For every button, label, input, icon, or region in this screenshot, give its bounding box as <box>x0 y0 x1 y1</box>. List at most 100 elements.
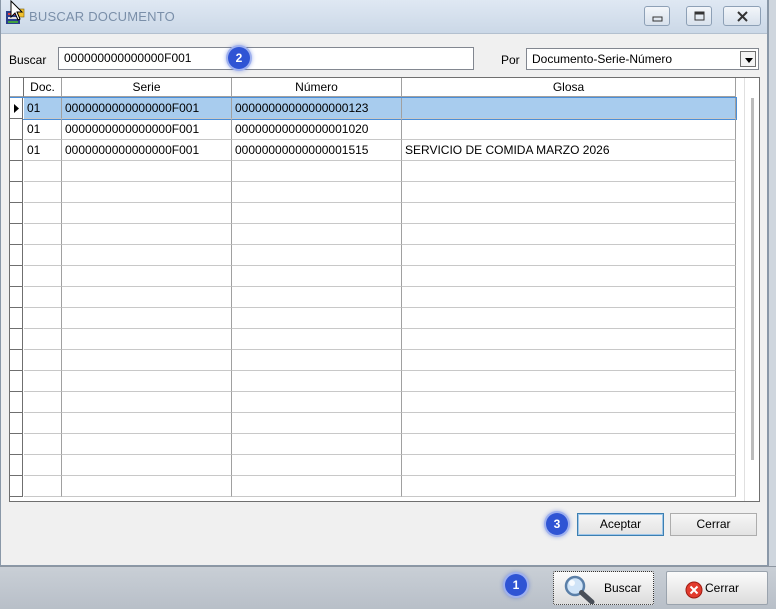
cell-serie[interactable] <box>62 392 232 413</box>
cell-serie[interactable] <box>62 371 232 392</box>
cell-serie[interactable]: 0000000000000000F001 <box>62 119 232 140</box>
row-indicator[interactable] <box>10 119 23 140</box>
cell-doc[interactable] <box>24 203 62 224</box>
table-row[interactable] <box>10 329 736 350</box>
cell-serie[interactable] <box>62 245 232 266</box>
cell-doc[interactable]: 01 <box>24 119 62 140</box>
table-row[interactable] <box>10 434 736 455</box>
cell-doc[interactable] <box>24 287 62 308</box>
cell-doc[interactable] <box>24 161 62 182</box>
row-indicator[interactable] <box>10 413 23 434</box>
cell-numero[interactable] <box>232 245 402 266</box>
cell-numero[interactable] <box>232 266 402 287</box>
column-header-serie[interactable]: Serie <box>62 78 232 97</box>
cell-serie[interactable] <box>62 413 232 434</box>
cell-glosa[interactable] <box>402 182 736 203</box>
cell-numero[interactable] <box>232 308 402 329</box>
cell-glosa[interactable] <box>402 476 736 497</box>
row-indicator[interactable] <box>10 476 23 497</box>
cell-glosa[interactable] <box>402 287 736 308</box>
maximize-button[interactable] <box>686 6 712 26</box>
cell-glosa[interactable] <box>402 392 736 413</box>
cell-serie[interactable] <box>62 224 232 245</box>
cell-serie[interactable]: 0000000000000000F001 <box>62 140 232 161</box>
cell-glosa[interactable] <box>402 329 736 350</box>
search-button[interactable]: Buscar <box>553 571 654 605</box>
documents-grid[interactable]: Doc. Serie Número Glosa 01 00000000000000… <box>9 77 760 502</box>
scrollbar-track[interactable] <box>751 98 754 460</box>
cell-serie[interactable] <box>62 182 232 203</box>
cell-glosa[interactable] <box>402 161 736 182</box>
row-indicator[interactable] <box>10 182 23 203</box>
cell-serie[interactable] <box>62 266 232 287</box>
cell-numero[interactable]: 00000000000000000123 <box>232 98 402 119</box>
table-row[interactable] <box>10 413 736 434</box>
table-row[interactable] <box>10 161 736 182</box>
dialog-close-button[interactable]: Cerrar <box>670 513 757 536</box>
cell-serie[interactable] <box>62 455 232 476</box>
cell-numero[interactable] <box>232 161 402 182</box>
row-indicator[interactable] <box>10 224 23 245</box>
table-row[interactable] <box>10 476 736 497</box>
cell-numero[interactable] <box>232 434 402 455</box>
cell-glosa[interactable] <box>402 371 736 392</box>
table-row[interactable]: 01 0000000000000000F001 000000000000000015… <box>10 140 736 161</box>
cell-numero[interactable] <box>232 224 402 245</box>
cell-glosa[interactable]: SERVICIO DE COMIDA MARZO 2026 <box>402 140 736 161</box>
cell-numero[interactable] <box>232 287 402 308</box>
cell-doc[interactable] <box>24 455 62 476</box>
table-row[interactable]: 01 0000000000000000F001 000000000000000010… <box>10 119 736 140</box>
table-row[interactable] <box>10 308 736 329</box>
cell-serie[interactable]: 0000000000000000F001 <box>62 98 232 119</box>
cell-doc[interactable]: 01 <box>24 140 62 161</box>
table-row[interactable] <box>10 266 736 287</box>
cell-doc[interactable] <box>24 329 62 350</box>
cell-doc[interactable] <box>24 413 62 434</box>
cell-numero[interactable] <box>232 371 402 392</box>
cell-serie[interactable] <box>62 350 232 371</box>
table-row[interactable] <box>10 224 736 245</box>
column-header-glosa[interactable]: Glosa <box>402 78 736 97</box>
cell-doc[interactable] <box>24 371 62 392</box>
cell-glosa[interactable] <box>402 455 736 476</box>
accept-button[interactable]: Aceptar <box>577 513 664 536</box>
cell-glosa[interactable] <box>402 203 736 224</box>
table-row[interactable] <box>10 371 736 392</box>
cell-numero[interactable] <box>232 203 402 224</box>
dropdown-arrow-button[interactable] <box>740 51 756 67</box>
vertical-scrollbar[interactable] <box>744 78 759 501</box>
cell-glosa[interactable] <box>402 434 736 455</box>
cell-glosa[interactable] <box>402 413 736 434</box>
row-indicator[interactable] <box>10 266 23 287</box>
row-indicator[interactable] <box>10 392 23 413</box>
cell-doc[interactable] <box>24 392 62 413</box>
table-row[interactable] <box>10 287 736 308</box>
cell-numero[interactable] <box>232 455 402 476</box>
cell-numero[interactable] <box>232 413 402 434</box>
cell-numero[interactable] <box>232 476 402 497</box>
row-indicator[interactable] <box>10 98 23 119</box>
cell-numero[interactable] <box>232 350 402 371</box>
minimize-button[interactable] <box>644 6 670 26</box>
row-indicator[interactable] <box>10 140 23 161</box>
cell-glosa[interactable] <box>402 224 736 245</box>
cell-serie[interactable] <box>62 434 232 455</box>
cell-serie[interactable] <box>62 161 232 182</box>
cell-doc[interactable] <box>24 224 62 245</box>
cell-serie[interactable] <box>62 329 232 350</box>
row-indicator[interactable] <box>10 455 23 476</box>
row-indicator[interactable] <box>10 308 23 329</box>
cell-numero[interactable]: 00000000000000001515 <box>232 140 402 161</box>
cell-doc[interactable] <box>24 266 62 287</box>
row-indicator[interactable] <box>10 434 23 455</box>
table-row[interactable] <box>10 392 736 413</box>
column-header-doc[interactable]: Doc. <box>24 78 62 97</box>
cell-doc[interactable] <box>24 308 62 329</box>
table-row[interactable] <box>10 455 736 476</box>
row-indicator[interactable] <box>10 203 23 224</box>
cell-serie[interactable] <box>62 476 232 497</box>
table-row[interactable] <box>10 245 736 266</box>
title-bar[interactable]: BUSCAR DOCUMENTO <box>1 0 767 34</box>
table-row[interactable] <box>10 350 736 371</box>
cell-doc[interactable]: 01 <box>24 98 62 119</box>
